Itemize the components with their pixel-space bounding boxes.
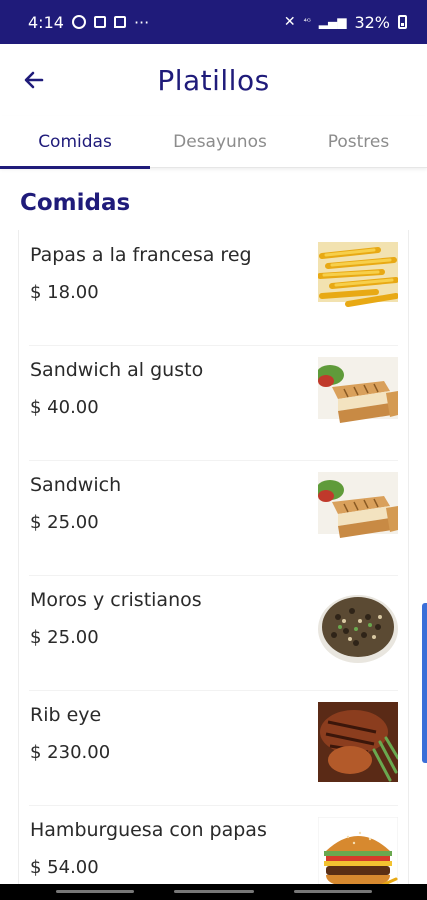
section-title: Comidas [20,190,131,216]
item-name: Sandwich al gusto [30,359,204,381]
tab-desayunos[interactable]: Desayunos [150,116,290,168]
list-item[interactable]: Papas a la francesa reg $ 18.00 [19,230,408,345]
item-price: $ 25.00 [30,627,99,648]
list-item[interactable]: Moros y cristianos $ 25.00 [19,575,408,690]
steak-image [318,702,398,782]
nav-home-button[interactable] [174,890,254,893]
item-price: $ 40.00 [30,397,99,418]
image-icon [93,16,106,28]
sandwich-image [318,472,398,552]
tab-bar: Comidas Desayunos Postres [0,116,427,169]
item-name: Hamburguesa con papas [30,819,267,841]
scroll-indicator[interactable] [422,603,427,763]
nav-recent-button[interactable] [56,890,134,893]
item-name: Moros y cristianos [30,589,202,611]
status-bar: 4:14 ··· ✕ ⁴ᴳ ▂▄▆ 32% [0,0,427,44]
page-title: Platillos [157,63,270,97]
item-name: Papas a la francesa reg [30,244,252,266]
battery-icon [398,15,407,29]
signal-icon: ▂▄▆ [318,15,347,29]
overflow-dots: ··· [133,12,150,32]
system-nav-bar [0,884,427,900]
status-bar-left: 4:14 ··· [28,13,149,32]
item-price: $ 54.00 [30,857,99,878]
message-icon [113,16,126,28]
item-price: $ 18.00 [30,282,99,303]
tab-comidas[interactable]: Comidas [0,116,150,169]
back-button[interactable] [18,64,50,96]
tab-postres[interactable]: Postres [290,116,427,168]
list-item[interactable]: Rib eye $ 230.00 [19,690,408,805]
french-fries-image [318,242,398,322]
list-item[interactable]: Sandwich $ 25.00 [19,460,408,575]
status-bar-right: ✕ ⁴ᴳ ▂▄▆ 32% [284,13,407,32]
nav-back-button[interactable] [294,890,372,893]
item-name: Rib eye [30,704,102,726]
app-bar: Platillos [0,44,427,116]
rice-and-beans-image [318,587,398,667]
arrow-left-icon [24,71,44,89]
sandwich-image [318,357,398,437]
list-item[interactable]: Hamburguesa con papas $ 54.00 [19,805,408,884]
item-price: $ 230.00 [30,742,111,763]
battery-percent: 32% [354,12,390,32]
list-item[interactable]: Sandwich al gusto $ 40.00 [19,345,408,460]
item-name: Sandwich [30,474,122,496]
mute-icon: ✕ [283,14,296,30]
menu-list[interactable]: Papas a la francesa reg $ 18.00 Sandwich… [18,230,409,884]
status-time: 4:14 [28,12,64,32]
item-price: $ 25.00 [30,512,99,533]
whatsapp-icon [71,15,86,29]
lte-icon: ⁴ᴳ [303,17,311,26]
burger-image [318,817,398,884]
